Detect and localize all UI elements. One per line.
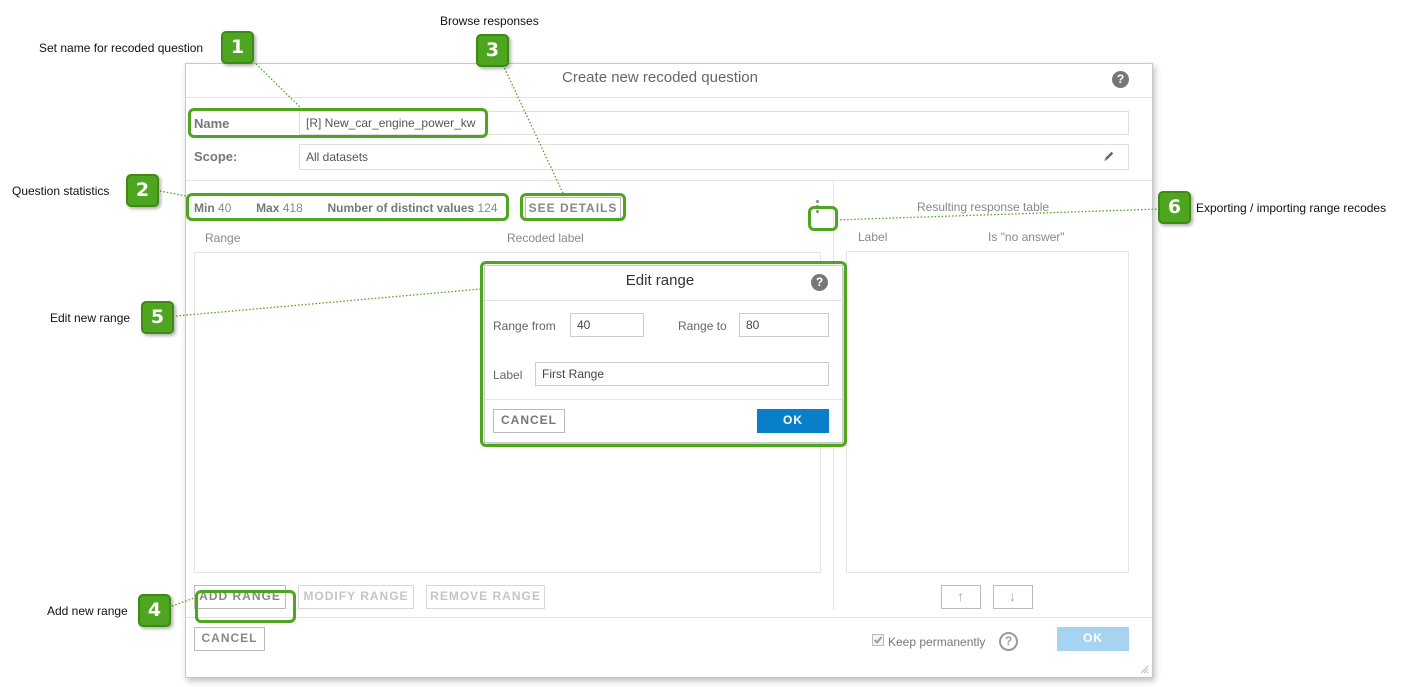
highlight-edit-range: [480, 261, 847, 447]
resize-grip-icon[interactable]: [1140, 665, 1149, 674]
pencil-icon[interactable]: [1103, 150, 1115, 162]
callout-text-3: Browse responses: [440, 14, 539, 28]
keep-permanently-label: Keep permanently: [888, 635, 986, 649]
callout-badge-2: 2: [126, 174, 159, 207]
dialog-title: Create new recoded question: [562, 69, 758, 86]
scope-label: Scope:: [194, 149, 238, 164]
col-no-answer: Is "no answer": [988, 230, 1065, 244]
title-divider: [186, 97, 1152, 98]
move-up-button[interactable]: ↑: [941, 585, 981, 609]
callout-text-6: Exporting / importing range recodes: [1196, 201, 1387, 215]
highlight-name: [188, 108, 488, 138]
callout-text-1: Set name for recoded question: [39, 41, 204, 55]
callout-text-2: Question statistics: [12, 184, 110, 198]
result-table-title: Resulting response table: [917, 200, 1050, 214]
result-list[interactable]: [846, 251, 1129, 573]
remove-range-button[interactable]: REMOVE RANGE: [426, 585, 545, 609]
arrow-down-icon: ↓: [1009, 588, 1017, 604]
form-divider: [186, 180, 1152, 181]
highlight-add-range: [195, 590, 296, 623]
keep-help-icon[interactable]: ?: [999, 632, 1018, 651]
highlight-see-details: [520, 193, 626, 221]
checkmark-icon: [873, 636, 883, 644]
move-down-button[interactable]: ↓: [993, 585, 1033, 609]
col-recoded-label: Recoded label: [507, 231, 584, 245]
keep-permanently-checkbox[interactable]: [872, 634, 884, 646]
callout-badge-6: 6: [1158, 191, 1191, 224]
highlight-stats: [186, 193, 509, 221]
col-range: Range: [205, 231, 241, 245]
callout-badge-1: 1: [221, 31, 254, 64]
arrow-up-icon: ↑: [957, 588, 965, 604]
help-icon[interactable]: ?: [1112, 71, 1129, 88]
callout-text-5: Edit new range: [50, 311, 131, 325]
footer-divider: [186, 617, 1152, 618]
callout-text-4: Add new range: [47, 604, 128, 618]
callout-badge-4: 4: [138, 594, 171, 627]
highlight-export-menu: [808, 206, 838, 231]
col-label: Label: [858, 230, 888, 244]
modify-range-button[interactable]: MODIFY RANGE: [298, 585, 414, 609]
ok-button[interactable]: OK: [1057, 627, 1129, 651]
scope-field[interactable]: All datasets: [299, 144, 1129, 170]
callout-badge-5: 5: [141, 301, 174, 334]
callout-badge-3: 3: [476, 34, 509, 67]
cancel-button[interactable]: CANCEL: [194, 627, 265, 651]
